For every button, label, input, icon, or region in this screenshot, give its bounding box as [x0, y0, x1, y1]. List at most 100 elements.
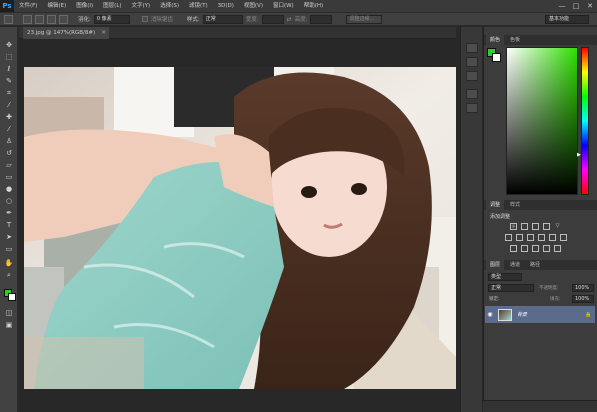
width-input[interactable] — [261, 14, 284, 24]
crop-icon[interactable]: ⌗ — [4, 89, 14, 98]
move-icon[interactable]: ✥ — [4, 41, 14, 50]
shape-icon[interactable]: ▭ — [4, 245, 14, 254]
screen-mode-icon[interactable]: ▣ — [4, 321, 14, 330]
tab-paths[interactable]: 路径 — [526, 260, 544, 270]
menu-select[interactable]: 选择(S) — [155, 0, 184, 12]
color-balance-icon[interactable] — [516, 234, 523, 241]
fill-label: 填充: — [550, 297, 561, 302]
menu-3d[interactable]: 3D(D) — [213, 0, 239, 12]
brightness-icon[interactable]: ☼ — [510, 223, 517, 230]
curves-icon[interactable] — [532, 223, 539, 230]
color-panel-bg-swatch[interactable] — [492, 53, 501, 62]
background-color-swatch[interactable] — [8, 293, 16, 301]
type-icon[interactable]: T — [4, 221, 14, 230]
menu-file[interactable]: 文件(F) — [14, 0, 42, 12]
workspace-select[interactable]: 基本功能 — [545, 15, 589, 24]
document-tab[interactable]: 23.jpg @ 147%(RGB/8#) × — [23, 27, 110, 39]
menu-help[interactable]: 帮助(H) — [299, 0, 328, 12]
canvas-photo[interactable] — [24, 67, 456, 389]
hue-sat-icon[interactable] — [505, 234, 512, 241]
close-icon[interactable]: × — [101, 27, 106, 39]
layer-name[interactable]: 背景 — [517, 311, 527, 318]
eye-icon[interactable]: ◉ — [485, 311, 495, 318]
tab-adjustments[interactable]: 调整 — [486, 200, 505, 210]
menu-view[interactable]: 视图(V) — [239, 0, 268, 12]
black-white-icon[interactable] — [527, 234, 534, 241]
tab-layers[interactable]: 图层 — [486, 260, 505, 270]
eyedropper-icon[interactable]: ⁄ — [4, 101, 14, 110]
menu-bar: Ps 文件(F) 编辑(E) 图像(I) 图层(L) 文字(Y) 选择(S) 滤… — [0, 0, 597, 12]
feather-label: 羽化: — [78, 17, 91, 23]
eraser-icon[interactable]: ▱ — [4, 161, 14, 170]
history-brush-icon[interactable]: ↺ — [4, 149, 14, 158]
tool-preset-icon[interactable] — [4, 14, 13, 24]
tab-styles[interactable]: 样式 — [506, 200, 524, 210]
hue-slider[interactable] — [581, 47, 589, 195]
pen-icon[interactable]: ✒ — [4, 209, 14, 218]
quick-mask-icon[interactable]: ◫ — [4, 309, 14, 318]
layer-kind-filter[interactable]: 类型 — [488, 273, 522, 281]
intersect-selection-icon[interactable] — [59, 14, 68, 24]
maximize-button[interactable]: □ — [569, 0, 583, 12]
height-input[interactable] — [310, 14, 333, 24]
antialias-checkbox[interactable] — [141, 16, 148, 22]
menu-edit[interactable]: 编辑(E) — [42, 0, 71, 12]
invert-icon[interactable] — [510, 245, 517, 252]
tab-channels[interactable]: 通道 — [506, 260, 524, 270]
right-panels: 颜色 色板 ▶ 调整 样式 添加调整 ☼ ▽ 图层 通道 路径 类型 正常 不透… — [483, 27, 597, 412]
healing-icon[interactable]: ✚ — [4, 113, 14, 122]
zoom-icon[interactable]: ⌕ — [4, 271, 14, 280]
blend-mode-select[interactable]: 正常 — [488, 284, 534, 292]
posterize-icon[interactable] — [521, 245, 528, 252]
hand-icon[interactable]: ✋ — [4, 259, 14, 268]
levels-icon[interactable] — [521, 223, 528, 230]
add-selection-icon[interactable] — [35, 14, 44, 24]
gradient-map-icon[interactable] — [554, 245, 561, 252]
close-window-button[interactable]: ✕ — [583, 0, 597, 12]
subtract-selection-icon[interactable] — [47, 14, 56, 24]
menu-image[interactable]: 图像(I) — [71, 0, 98, 12]
threshold-icon[interactable] — [532, 245, 539, 252]
exposure-icon[interactable] — [543, 223, 550, 230]
selective-color-icon[interactable] — [543, 245, 550, 252]
photo-filter-icon[interactable] — [538, 234, 545, 241]
tab-color[interactable]: 颜色 — [486, 35, 505, 45]
brush-icon[interactable]: ⁄ — [4, 125, 14, 134]
new-selection-icon[interactable] — [23, 14, 32, 24]
layer-row[interactable]: ◉ 背景 🔒 — [485, 306, 595, 323]
info-icon[interactable] — [466, 71, 478, 81]
gradient-icon[interactable]: ▭ — [4, 173, 14, 182]
toolbox: ✥ ⬚ ℓ ✎ ⌗ ⁄ ✚ ⁄ ♙ ↺ ▱ ▭ ● ○ ✒ T ➤ ▭ ✋ ⌕ … — [0, 27, 18, 412]
opacity-input[interactable]: 100% — [572, 284, 594, 292]
minimize-button[interactable]: — — [555, 0, 569, 12]
vibrance-icon[interactable]: ▽ — [554, 223, 561, 230]
character-icon[interactable] — [466, 89, 478, 99]
hue-pointer-icon: ▶ — [577, 152, 581, 158]
menu-filter[interactable]: 滤镜(T) — [184, 0, 213, 12]
panel-icon-strip — [460, 27, 482, 412]
properties-icon[interactable] — [466, 57, 478, 67]
layers-panel-tabs: 图层 通道 路径 — [484, 260, 597, 270]
channel-mixer-icon[interactable] — [549, 234, 556, 241]
marquee-icon[interactable]: ⬚ — [4, 53, 14, 62]
tab-swatches[interactable]: 色板 — [506, 35, 524, 45]
menu-layer[interactable]: 图层(L) — [98, 0, 126, 12]
adjust-panel-tabs: 调整 样式 — [484, 200, 597, 210]
paragraph-icon[interactable] — [466, 103, 478, 113]
stamp-icon[interactable]: ♙ — [4, 137, 14, 146]
quick-select-icon[interactable]: ✎ — [4, 77, 14, 86]
feather-input[interactable]: 0 像素 — [93, 14, 130, 24]
fill-input[interactable]: 100% — [572, 295, 594, 303]
swap-icon[interactable]: ⇄ — [287, 16, 292, 23]
path-select-icon[interactable]: ➤ — [4, 233, 14, 242]
dodge-icon[interactable]: ○ — [4, 197, 14, 206]
blur-icon[interactable]: ● — [4, 185, 14, 194]
refine-edge-button[interactable]: 调整边缘... — [346, 14, 383, 24]
history-icon[interactable] — [466, 43, 478, 53]
style-select[interactable]: 正常 — [202, 14, 243, 24]
color-lookup-icon[interactable] — [560, 234, 567, 241]
color-field[interactable] — [506, 47, 578, 195]
lasso-icon[interactable]: ℓ — [4, 65, 14, 74]
menu-type[interactable]: 文字(Y) — [127, 0, 156, 12]
menu-window[interactable]: 窗口(W) — [268, 0, 299, 12]
